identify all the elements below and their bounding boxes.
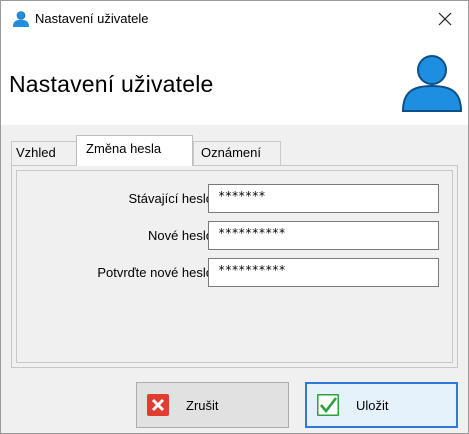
title-bar[interactable]: Nastavení uživatele <box>1 1 468 37</box>
tab-label: Změna hesla <box>86 141 162 156</box>
close-icon <box>438 12 452 26</box>
save-button[interactable]: Uložit <box>305 382 458 428</box>
confirm-password-label: Potvrďte nové heslo <box>97 265 213 280</box>
password-form: Stávající heslo ******* Nové heslo *****… <box>16 170 453 363</box>
tab-oznameni[interactable]: Oznámení <box>193 141 281 165</box>
cancel-button[interactable]: Zrušit <box>136 382 289 428</box>
dialog-header: Nastavení uživatele <box>1 37 468 125</box>
new-password-label: Nové heslo <box>147 228 213 243</box>
password-panel: Stávající heslo ******* Nové heslo *****… <box>11 165 458 368</box>
cancel-label: Zrušit <box>186 397 219 413</box>
tab-label: Vzhled <box>16 145 56 160</box>
confirm-password-field[interactable]: ********** <box>208 258 439 287</box>
red-x-icon <box>147 394 169 416</box>
close-button[interactable] <box>422 1 468 37</box>
tab-vzhled[interactable]: Vzhled <box>11 141 77 165</box>
new-password-field[interactable]: ********** <box>208 221 439 250</box>
user-app-icon <box>13 11 29 27</box>
save-label: Uložit <box>356 397 389 413</box>
tab-label: Oznámení <box>201 145 261 160</box>
green-check-icon <box>317 394 339 416</box>
current-password-label: Stávající heslo <box>128 191 213 206</box>
current-password-field[interactable]: ******* <box>208 184 439 213</box>
tab-zmena-hesla[interactable]: Změna hesla <box>76 135 193 166</box>
dialog-heading: Nastavení uživatele <box>9 71 214 97</box>
window-title: Nastavení uživatele <box>35 11 149 26</box>
settings-dialog: Nastavení uživatele Nastavení uživatele … <box>0 0 469 434</box>
user-avatar-icon <box>401 55 463 112</box>
